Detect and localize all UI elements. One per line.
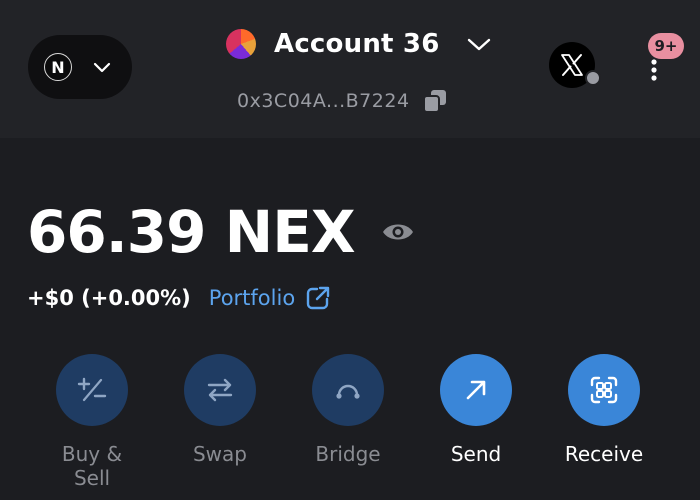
x-logo-icon [561,54,583,76]
buy-sell-circle [56,354,128,426]
arrow-up-right-icon [466,380,486,400]
account-avatar [226,29,256,59]
balance-amount: 66.39 NEX [27,198,356,266]
copy-icon[interactable] [422,88,448,114]
notification-badge: 9+ [648,33,684,59]
network-logo: N [44,53,72,81]
scan-icon [590,376,618,404]
account-address: 0x3C04A...B7224 [237,86,448,116]
balance-change-row: +$0 (+0.00%) Portfolio [27,281,331,315]
connection-status-dot [585,70,601,86]
network-logo-letter: N [51,57,65,77]
swap-arrows-icon [207,378,233,402]
buy-sell-label: Buy & Sell [61,442,123,490]
network-selector[interactable]: N [28,35,132,99]
chevron-down-icon [467,38,490,51]
send-button[interactable]: Send [426,354,526,466]
swap-button[interactable]: Swap [170,354,270,466]
bridge-icon [336,384,360,399]
receive-button[interactable]: Receive [554,354,654,466]
receive-circle [568,354,640,426]
portfolio-label: Portfolio [208,286,296,310]
chevron-down-icon [93,62,111,73]
send-label: Send [450,442,502,466]
send-circle [440,354,512,426]
portfolio-link[interactable]: Portfolio [209,285,331,311]
bridge-label: Bridge [315,442,381,466]
swap-circle [184,354,256,426]
external-link-icon [306,286,330,310]
notification-count: 9+ [654,37,678,55]
balance: 66.39 NEX [27,196,415,268]
eye-icon[interactable] [381,219,415,245]
buy-sell-button[interactable]: Buy & Sell [42,354,142,490]
account-selector[interactable]: Account 36 [226,24,492,64]
swap-label: Swap [192,442,247,466]
bridge-circle [312,354,384,426]
address-text: 0x3C04A...B7224 [237,90,410,112]
balance-change: +$0 (+0.00%) [27,286,191,310]
account-name: Account 36 [274,29,440,59]
plus-minus-icon [77,377,107,402]
receive-label: Receive [564,442,644,466]
bridge-button[interactable]: Bridge [298,354,398,466]
